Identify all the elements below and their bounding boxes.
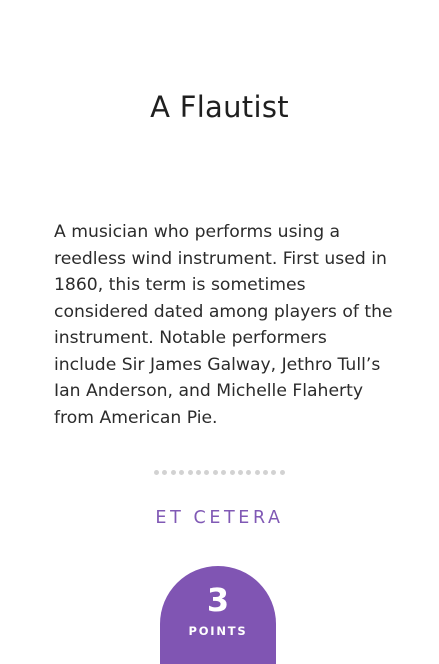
divider-dot — [179, 470, 185, 475]
divider-dot — [271, 470, 277, 475]
divider-dot — [162, 470, 168, 475]
card-category: ET CETERA — [155, 508, 284, 528]
divider-dot — [279, 470, 285, 475]
points-badge: 3 POINTS — [160, 566, 276, 664]
divider-dot — [263, 470, 269, 475]
dotted-divider — [154, 470, 285, 476]
divider-dot — [170, 470, 176, 475]
divider-dot — [195, 470, 201, 475]
divider-dot — [204, 470, 210, 475]
divider-dot — [229, 470, 235, 475]
divider-dot — [221, 470, 227, 475]
card-description: A musician who performs using a reedless… — [54, 222, 393, 428]
divider-dot — [187, 470, 193, 475]
divider-dot — [246, 470, 252, 475]
points-value: 3 — [206, 581, 230, 619]
word-card: A Flautist A musician who performs using… — [0, 0, 439, 664]
card-title: A Flautist — [150, 90, 289, 124]
divider-dot — [212, 470, 218, 475]
divider-dot — [237, 470, 243, 475]
divider-dot — [154, 470, 159, 475]
points-label: POINTS — [188, 624, 248, 638]
divider-dot — [254, 470, 260, 475]
